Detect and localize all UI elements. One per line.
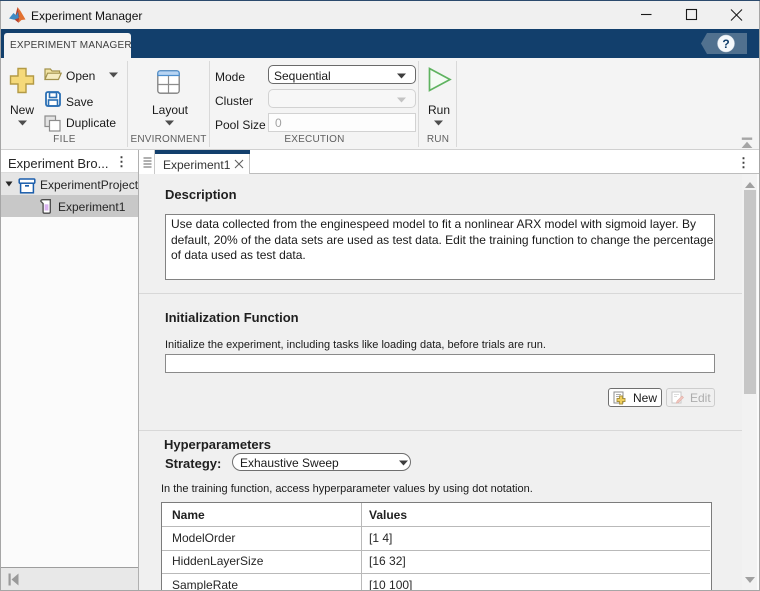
svg-text:?: ?	[722, 37, 729, 51]
